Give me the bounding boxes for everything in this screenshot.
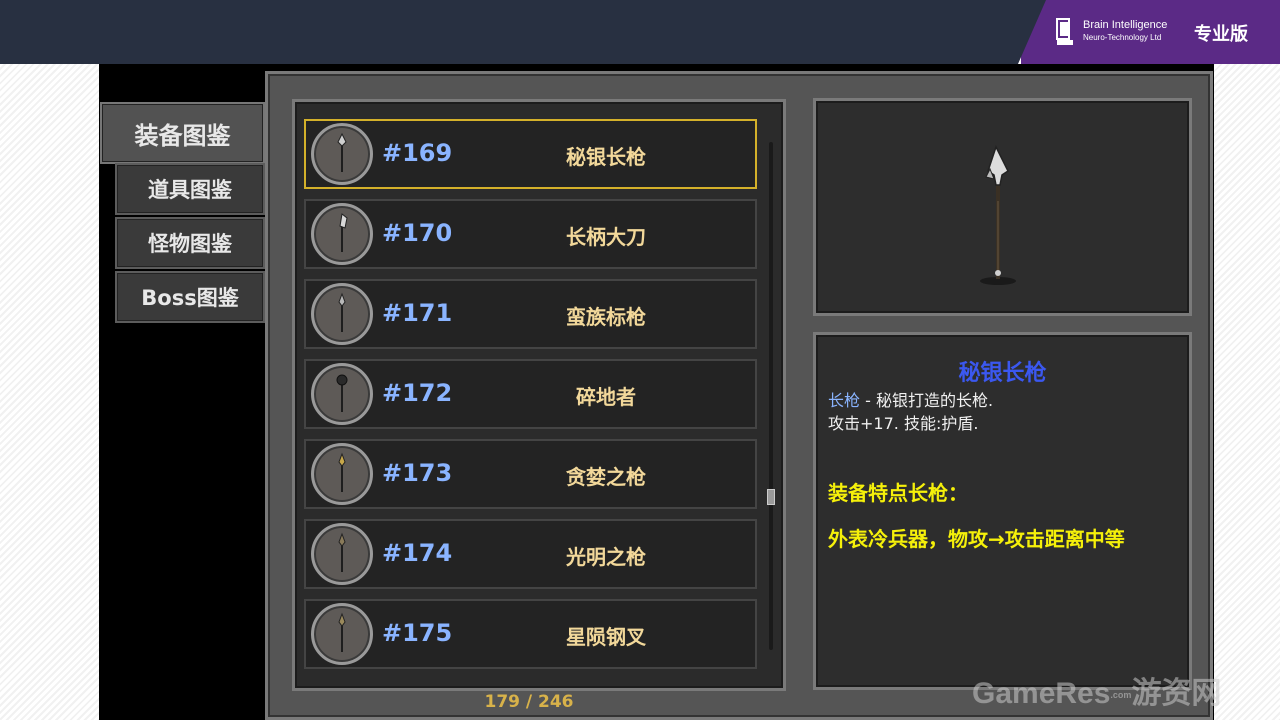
item-number: #171 — [382, 299, 453, 327]
glaive-icon — [311, 203, 373, 265]
detail-title: 秘银长枪 — [958, 361, 1047, 386]
detail-stats: 攻击+17. 技能:护盾. — [828, 414, 979, 433]
tab-equipment[interactable]: 装备图鉴 — [100, 102, 265, 164]
watermark-main: GameRes — [972, 677, 1111, 710]
trident-icon — [311, 603, 373, 665]
mace-icon — [311, 363, 373, 425]
detail-desc: - 秘银打造的长枪. — [860, 391, 994, 410]
list-item[interactable]: #172 碎地者 — [304, 359, 757, 429]
tab-items[interactable]: 道具图鉴 — [115, 163, 265, 215]
javelin-icon — [311, 283, 373, 345]
item-name: 碎地者 — [576, 385, 636, 409]
list-item[interactable]: #171 蛮族标枪 — [304, 279, 757, 349]
item-number: #172 — [382, 379, 453, 407]
top-banner: Brain Intelligence Neuro-Technology Ltd … — [0, 0, 1280, 64]
watermark-small: .com — [1110, 690, 1132, 701]
item-number: #175 — [382, 619, 453, 647]
game-screen: 装备图鉴 道具图鉴 怪物图鉴 Boss图鉴 #169 秘银长枪 #170 长柄大… — [99, 64, 1214, 720]
tab-label: Boss图鉴 — [141, 286, 239, 310]
tab-label: 装备图鉴 — [134, 121, 231, 150]
edition-label: 专业版 — [1194, 24, 1248, 45]
brand-logo-icon — [1056, 18, 1073, 45]
item-name: 星陨钢叉 — [566, 625, 646, 649]
list-item[interactable]: #173 贪婪之枪 — [304, 439, 757, 509]
item-name: 秘银长枪 — [566, 145, 646, 169]
spear-icon — [311, 443, 373, 505]
pagination-counter: 179 / 246 — [484, 692, 574, 712]
item-number: #169 — [382, 139, 453, 167]
item-number: #174 — [382, 539, 453, 567]
list-scrollbar[interactable] — [769, 142, 773, 650]
list-item[interactable]: #174 光明之枪 — [304, 519, 757, 589]
feature-text: 外表冷兵器，物攻→攻击距离中等 — [828, 527, 1125, 551]
detail-type: 长枪 — [828, 391, 861, 410]
item-number: #170 — [382, 219, 453, 247]
spear-icon — [311, 523, 373, 585]
item-number: #173 — [382, 459, 453, 487]
tab-boss[interactable]: Boss图鉴 — [115, 271, 265, 323]
watermark: GameRes.com游资网 — [972, 668, 1221, 712]
item-description-panel: 秘银长枪 长枪 - 秘银打造的长枪. 攻击+17. 技能:护盾. 装备特点长枪：… — [813, 332, 1192, 690]
item-name: 蛮族标枪 — [566, 305, 646, 329]
tab-label: 怪物图鉴 — [148, 232, 232, 256]
feature-heading: 装备特点长枪： — [828, 481, 968, 505]
detail-type-line: 长枪 - 秘银打造的长枪. — [828, 387, 993, 411]
tab-label: 道具图鉴 — [148, 178, 232, 202]
spear-icon — [311, 123, 373, 185]
scrollbar-thumb[interactable] — [767, 489, 775, 505]
tab-monsters[interactable]: 怪物图鉴 — [115, 217, 265, 269]
brand-subname: Neuro-Technology Ltd — [1083, 33, 1162, 42]
item-name: 光明之枪 — [566, 545, 646, 569]
item-preview — [813, 98, 1192, 316]
list-item[interactable]: #170 长柄大刀 — [304, 199, 757, 269]
item-name: 长柄大刀 — [566, 225, 646, 249]
spear-illustration-icon — [980, 145, 1016, 285]
list-item[interactable]: #175 星陨钢叉 — [304, 599, 757, 669]
item-name: 贪婪之枪 — [566, 465, 646, 489]
watermark-cn: 游资网 — [1131, 677, 1222, 710]
list-item[interactable]: #169 秘银长枪 — [304, 119, 757, 189]
brand-name: Brain Intelligence — [1083, 19, 1168, 31]
